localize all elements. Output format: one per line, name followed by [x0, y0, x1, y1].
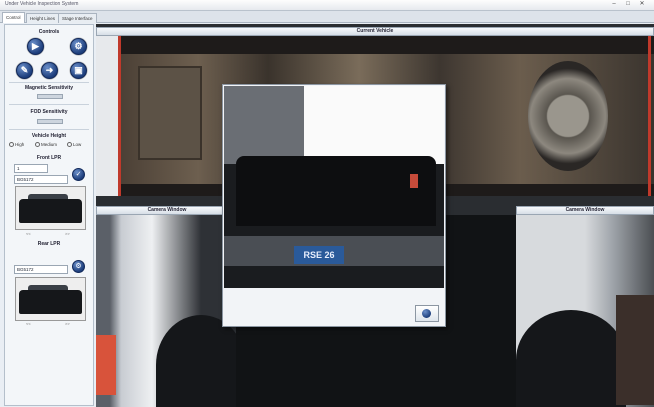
front-thumb-prev[interactable]: <<: [26, 231, 33, 236]
settings-icon: ⚙: [75, 263, 82, 270]
maximize-button[interactable]: □: [622, 1, 634, 8]
window-title: Under Vehicle Inspection System: [5, 1, 79, 7]
tab-control[interactable]: Control: [2, 12, 25, 23]
edit-button[interactable]: ✎: [16, 62, 33, 79]
highlight-line: [648, 36, 651, 196]
tab-height-lines[interactable]: Height Lines: [26, 13, 60, 23]
edit-icon: ✎: [20, 65, 29, 75]
check-icon: ✓: [75, 171, 82, 178]
magnetic-sensitivity-slider[interactable]: [37, 94, 63, 99]
minimize-button[interactable]: –: [608, 1, 620, 8]
sidebar: Controls ▶ ⚙ ✎ ➜ ▣ Magnetic Sensitivity …: [4, 24, 94, 406]
front-lpr-label: Front LPR: [36, 155, 62, 161]
spare-tire: [528, 61, 608, 171]
close-button[interactable]: ✕: [636, 1, 648, 8]
camera-window-left-header: Camera Window: [96, 206, 238, 215]
vehicle-body: [19, 199, 82, 223]
controls-label: Controls: [38, 29, 60, 35]
chassis-part: [138, 66, 202, 160]
save-button[interactable]: ▣: [70, 62, 87, 79]
front-thumb-next[interactable]: >>: [65, 231, 72, 236]
highlight-line: [118, 36, 121, 196]
fod-sensitivity-slider[interactable]: [37, 119, 63, 124]
rear-lpr-input[interactable]: BG5172: [14, 265, 68, 274]
divider: [9, 104, 89, 105]
play-button[interactable]: ▶: [27, 38, 44, 55]
play-icon: ▶: [32, 41, 39, 51]
height-high-label: High: [15, 142, 25, 147]
tab-stage-interface[interactable]: Stage Interface: [58, 13, 97, 23]
license-plate: RSE 26: [294, 246, 344, 264]
camera-window-right[interactable]: [516, 215, 654, 407]
front-lpr-confirm-button[interactable]: ✓: [72, 168, 85, 181]
arrow-right-icon: ➜: [45, 65, 54, 75]
ok-icon: [422, 309, 431, 318]
undercar-left-margin: [96, 36, 118, 196]
height-medium-radio[interactable]: Medium: [35, 142, 58, 148]
vehicle-height-label: Vehicle Height: [31, 133, 67, 139]
fod-sensitivity-label: FOD Sensitivity: [30, 109, 68, 115]
save-icon: ▣: [74, 65, 83, 75]
magnetic-sensitivity-label: Magnetic Sensitivity: [24, 85, 74, 91]
rear-lpr-label: Rear LPR: [37, 241, 61, 247]
rear-thumb-next[interactable]: >>: [65, 321, 72, 326]
truck-tailgate: [236, 156, 436, 226]
front-vehicle-thumbnail[interactable]: [15, 186, 86, 230]
height-medium-label: Medium: [41, 142, 58, 147]
divider: [9, 129, 89, 130]
lpr-snapshot-dialog: RSE 26: [222, 84, 446, 327]
title-bar: Under Vehicle Inspection System – □ ✕: [0, 0, 654, 11]
front-lpr-counter[interactable]: 1: [14, 164, 48, 173]
rear-vehicle-thumbnail[interactable]: [15, 277, 86, 321]
ok-button[interactable]: [415, 305, 439, 322]
settings-icon: ⚙: [74, 41, 83, 51]
height-low-label: Low: [73, 142, 82, 147]
divider: [9, 82, 89, 83]
next-button[interactable]: ➜: [41, 62, 58, 79]
height-high-radio[interactable]: High: [9, 142, 25, 148]
rear-thumb-prev[interactable]: <<: [26, 321, 33, 326]
settings-button[interactable]: ⚙: [70, 38, 87, 55]
license-plate-photo: RSE 26: [224, 86, 444, 288]
height-low-radio[interactable]: Low: [67, 142, 82, 148]
front-lpr-input[interactable]: BG5172: [14, 175, 68, 184]
camera-window-left[interactable]: [96, 215, 236, 407]
current-vehicle-header: Current Vehicle: [96, 27, 654, 36]
camera-window-right-header: Camera Window: [516, 206, 654, 215]
vehicle-body: [19, 290, 82, 314]
tail-light: [410, 174, 418, 188]
tab-bar: Control Height Lines Stage Interface: [0, 11, 654, 23]
rear-lpr-confirm-button[interactable]: ⚙: [72, 260, 85, 273]
